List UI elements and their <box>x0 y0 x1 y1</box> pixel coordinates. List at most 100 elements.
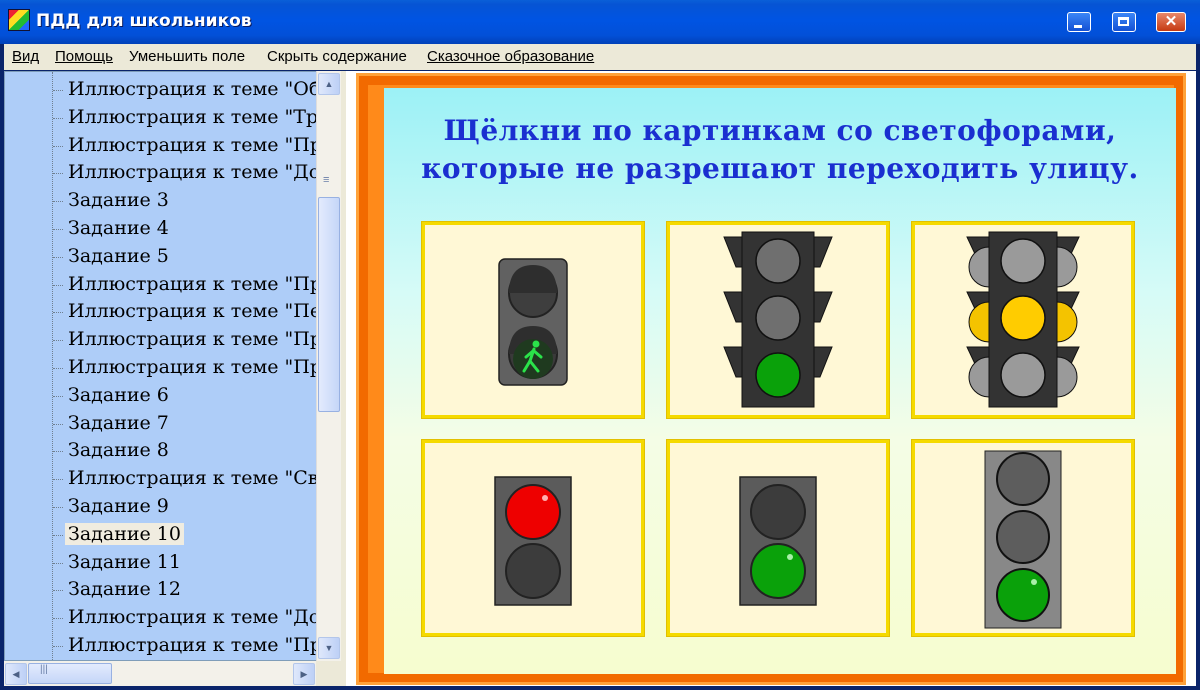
tree-item-label: Задание 8 <box>68 439 169 462</box>
tree-item[interactable]: Задание 4 <box>5 214 316 242</box>
menu-hide-contents[interactable]: Скрыть содержание <box>267 48 407 65</box>
task-heading: Щёлкни по картинкам со светофорами, кото… <box>384 112 1176 188</box>
traffic-light-card-1[interactable] <box>422 222 644 418</box>
contents-tree[interactable]: Иллюстрация к теме "Общ Иллюстрация к тем… <box>4 71 316 661</box>
tree-item-label: Иллюстрация к теме "Общ <box>68 78 316 100</box>
menu-view[interactable]: Вид <box>12 48 39 65</box>
tree-item-label: Задание 9 <box>68 495 169 517</box>
close-button[interactable]: ✕ <box>1156 12 1186 32</box>
tree-item-label: Задание 6 <box>68 383 169 406</box>
tree-item[interactable]: Иллюстрация к теме "Доро <box>5 603 316 631</box>
window-title: ПДД для школьников <box>36 11 252 31</box>
tree-connector <box>53 507 63 508</box>
minimize-button[interactable] <box>1067 12 1091 32</box>
tree-item-label: Иллюстрация к теме "Прав <box>68 133 316 156</box>
tree-item[interactable]: Задание 3 <box>5 186 316 214</box>
tree-item[interactable]: Задание 5 <box>5 242 316 270</box>
menu-help[interactable]: Помощь <box>55 48 113 65</box>
tree-connector <box>53 590 63 592</box>
vehicle-traffic-light-icon <box>966 231 1080 408</box>
tree-connector <box>53 256 63 258</box>
scroll-up-button[interactable]: ▲ <box>318 73 340 95</box>
tree-item[interactable]: Задание 7 <box>5 409 316 437</box>
scroll-thumb[interactable] <box>318 197 340 412</box>
maximize-icon <box>1118 17 1129 26</box>
close-icon: ✕ <box>1164 13 1178 30</box>
tree-item-label: Иллюстрация к теме "Пред <box>68 634 316 656</box>
tree-connector <box>53 117 63 119</box>
scroll-left-button[interactable]: ◀ <box>5 663 27 685</box>
tree-item-label: Иллюстрация к теме "Прав <box>68 356 316 378</box>
tree-item[interactable]: Иллюстрация к теме "Свет <box>5 464 316 492</box>
vehicle-traffic-light-icon <box>723 231 833 408</box>
tree-item[interactable]: Задание 8 <box>5 436 316 464</box>
tree-item-label: Иллюстрация к теме "Прав <box>68 272 316 295</box>
tree-connector <box>53 201 63 203</box>
tree-connector <box>53 618 63 620</box>
tree-item-label: Иллюстрация к теме "Доро <box>68 161 316 184</box>
minimize-icon <box>1074 25 1082 28</box>
tree-connector <box>53 145 63 147</box>
tree-item-label: Задание 3 <box>68 189 169 212</box>
tree-item-label: Задание 10 <box>65 522 184 545</box>
traffic-light-card-4[interactable] <box>422 440 644 636</box>
tree-item[interactable]: Иллюстрация к теме "Пеш <box>5 297 316 325</box>
orange-frame: Щёлкни по картинкам со светофорами, кото… <box>356 73 1186 685</box>
traffic-light-card-3[interactable] <box>912 222 1134 418</box>
vertical-scrollbar[interactable]: ▲ ≡ ▼ <box>316 71 341 661</box>
tree-item[interactable]: Задание 6 <box>5 381 316 409</box>
pedestrian-traffic-light-icon <box>494 476 572 606</box>
tree-connector <box>53 340 63 342</box>
tree-item-label: Иллюстрация к теме "Свет <box>68 467 316 490</box>
task-heading-line2: которые не разрешают переходить улицу. <box>421 152 1139 185</box>
traffic-light-card-2[interactable] <box>667 222 889 418</box>
scroll-down-button[interactable]: ▼ <box>318 637 340 659</box>
tree-item[interactable]: Иллюстрация к теме "Прав <box>5 131 316 159</box>
tree-connector <box>53 423 63 425</box>
vehicle-traffic-light-icon <box>984 450 1062 629</box>
tree-item-label: Иллюстрация к теме "Тран <box>68 105 316 128</box>
tree-item[interactable]: Задание 12 <box>5 575 316 603</box>
tree-connector <box>53 312 63 314</box>
tree-item-label: Задание 11 <box>68 550 181 573</box>
tree-connector <box>53 284 63 286</box>
tree-item[interactable]: Иллюстрация к теме "Прав <box>5 325 316 353</box>
tree-connector <box>53 451 63 453</box>
tree-item[interactable]: Иллюстрация к теме "Общ <box>5 75 316 103</box>
tree-item-label: Задание 4 <box>68 217 169 239</box>
menu-shrink-field[interactable]: Уменьшить поле <box>129 48 245 65</box>
task-panel: Щёлкни по картинкам со светофорами, кото… <box>384 88 1176 674</box>
menu-bar: Вид Помощь Уменьшить поле Скрыть содержа… <box>4 44 1196 70</box>
tree-connector <box>53 229 63 230</box>
tree-item[interactable]: Задание 11 <box>5 548 316 576</box>
content-area: Щёлкни по картинкам со светофорами, кото… <box>346 71 1196 686</box>
app-icon <box>8 9 30 31</box>
maximize-button[interactable] <box>1112 12 1136 32</box>
pedestrian-traffic-light-icon <box>498 258 568 386</box>
tree-item[interactable]: Иллюстрация к теме "Прав <box>5 353 316 381</box>
scroll-right-button[interactable]: ▶ <box>293 663 315 685</box>
tree-item[interactable]: Задание 9 <box>5 492 316 520</box>
tree-item-label: Иллюстрация к теме "Прав <box>68 328 316 351</box>
tree-connector <box>53 479 63 481</box>
tree-item-label: Иллюстрация к теме "Доро <box>68 606 316 629</box>
scroll-grip-icon: ≡ <box>323 174 330 186</box>
tree-item[interactable]: Иллюстрация к теме "Пред <box>5 631 316 659</box>
traffic-light-card-6[interactable] <box>912 440 1134 636</box>
pedestrian-traffic-light-icon <box>739 476 817 606</box>
tree-connector <box>53 90 63 91</box>
tree-item-label: Задание 7 <box>68 411 169 434</box>
tree-item[interactable]: Иллюстрация к теме "Доро <box>5 158 316 186</box>
traffic-light-card-5[interactable] <box>667 440 889 636</box>
tree-item-label: Иллюстрация к теме "Пеш <box>68 300 316 323</box>
tree-item-label: Задание 5 <box>68 244 169 267</box>
tree-item[interactable]: Иллюстрация к теме "Тран <box>5 103 316 131</box>
tree-connector <box>53 562 63 564</box>
horizontal-scrollbar[interactable]: ◀ ||| ▶ <box>4 661 316 686</box>
title-bar[interactable]: ПДД для школьников ✕ <box>0 0 1200 44</box>
menu-fairy-education[interactable]: Сказочное образование <box>427 48 594 65</box>
tree-item[interactable]: Задание 10 <box>5 520 316 548</box>
tree-item[interactable]: Иллюстрация к теме "Прав <box>5 270 316 298</box>
tree-connector <box>53 173 63 175</box>
tree-connector <box>53 534 63 536</box>
